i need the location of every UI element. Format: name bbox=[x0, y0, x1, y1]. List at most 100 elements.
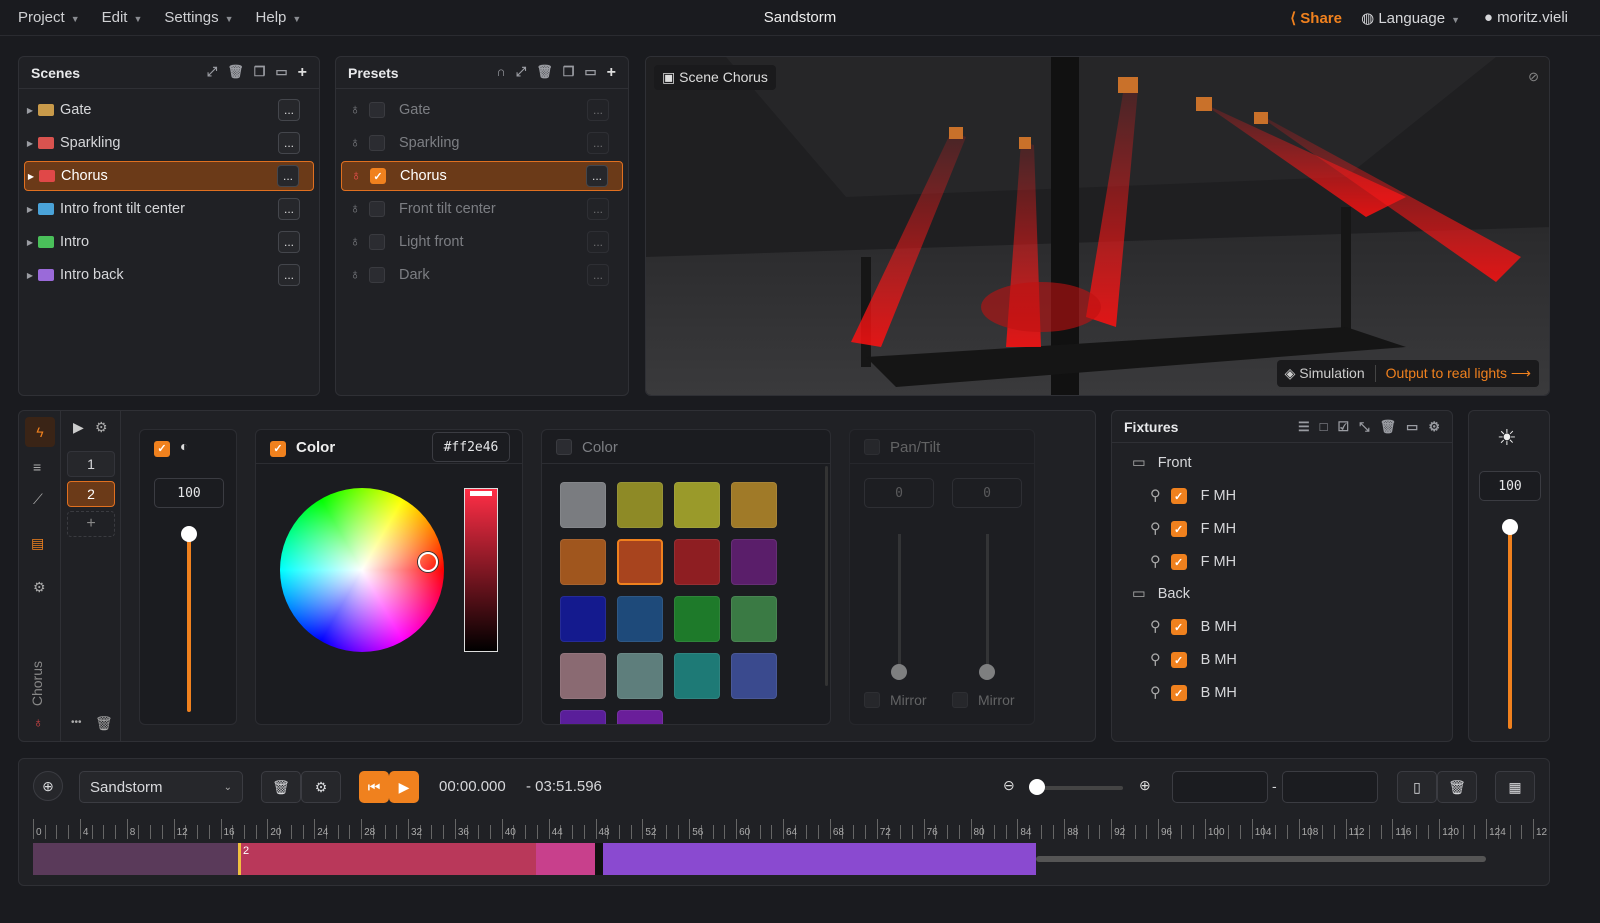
simulation-button[interactable]: ◈ Simulation bbox=[1285, 365, 1365, 382]
wand-icon[interactable]: ⟋ bbox=[33, 491, 43, 508]
fixture-item[interactable]: ⚲ ✓ B MH bbox=[1150, 678, 1237, 708]
step-button-selected[interactable]: 2 bbox=[67, 481, 115, 507]
dimmer-slider-track[interactable] bbox=[187, 534, 191, 712]
master-value-input[interactable]: 100 bbox=[1479, 471, 1541, 501]
fixture-group[interactable]: ▭ Back bbox=[1132, 579, 1190, 609]
delete-range-button[interactable]: 🗑 bbox=[1437, 771, 1477, 803]
timeline-icon[interactable]: ▤ bbox=[31, 535, 44, 552]
color-swatch[interactable] bbox=[617, 539, 663, 585]
scene-menu-button[interactable]: ... bbox=[278, 132, 300, 154]
region-chorus[interactable] bbox=[238, 843, 536, 875]
dimmer-value-input[interactable]: 100 bbox=[154, 478, 224, 508]
brightness-slider-handle[interactable] bbox=[470, 491, 492, 496]
fixture-checkbox[interactable]: ✓ bbox=[1170, 619, 1187, 635]
preset-menu-button[interactable]: ... bbox=[587, 132, 609, 154]
color-swatch[interactable] bbox=[617, 596, 663, 642]
color-wheel-handle[interactable] bbox=[418, 552, 438, 572]
add-timeline-button[interactable]: ⊕ bbox=[33, 771, 63, 801]
color-swatch[interactable] bbox=[674, 539, 720, 585]
add-step-button[interactable]: + bbox=[67, 511, 115, 537]
square-icon[interactable]: □ bbox=[1320, 419, 1328, 435]
folder-icon[interactable]: ▭ bbox=[275, 64, 287, 82]
fixture-checkbox[interactable]: ✓ bbox=[1170, 521, 1187, 537]
menu-project[interactable]: Project ▼ bbox=[18, 9, 80, 26]
scene-menu-button[interactable]: ... bbox=[278, 231, 300, 253]
play-button[interactable]: ▶ bbox=[389, 771, 419, 803]
scene-item[interactable]: ▶ Intro front tilt center... bbox=[24, 194, 314, 224]
fixture-item[interactable]: ⚲ ✓ F MH bbox=[1150, 481, 1236, 511]
link-icon[interactable]: ∩ bbox=[496, 64, 505, 82]
color-swatch[interactable] bbox=[560, 539, 606, 585]
gear-icon[interactable]: ⚙ bbox=[95, 419, 108, 436]
master-slider-handle[interactable] bbox=[1502, 519, 1518, 535]
add-icon[interactable]: + bbox=[298, 64, 307, 82]
scene-item[interactable]: ▶ Intro... bbox=[24, 227, 314, 257]
fixture-item[interactable]: ⚲ ✓ B MH bbox=[1150, 612, 1237, 642]
pan-slider-handle[interactable] bbox=[891, 664, 907, 680]
dimmer-checkbox[interactable]: ✓ bbox=[154, 440, 170, 457]
collapse-icon[interactable]: ⤡ bbox=[1359, 419, 1369, 435]
scene-menu-button[interactable]: ... bbox=[278, 99, 300, 121]
region-drop[interactable] bbox=[598, 843, 1036, 875]
folder-icon[interactable]: ▭ bbox=[584, 64, 596, 82]
color-swatch[interactable] bbox=[731, 482, 777, 528]
preset-checkbox[interactable] bbox=[369, 201, 385, 217]
expand-icon[interactable]: ⤢ bbox=[207, 64, 217, 82]
zoom-in-icon[interactable]: ⊕ bbox=[1139, 777, 1151, 794]
scene-menu-button[interactable]: ... bbox=[278, 198, 300, 220]
zoom-out-icon[interactable]: ⊖ bbox=[1003, 777, 1015, 794]
hide-preview-icon[interactable]: ⊘ bbox=[1528, 69, 1539, 85]
range-end-input[interactable] bbox=[1282, 771, 1378, 803]
expand-icon[interactable]: ⤢ bbox=[516, 64, 526, 82]
swatches-checkbox[interactable] bbox=[556, 439, 572, 455]
dimmer-slider-handle[interactable] bbox=[181, 526, 197, 542]
delete-song-button[interactable]: 🗑 bbox=[261, 771, 301, 803]
fixture-checkbox[interactable]: ✓ bbox=[1170, 488, 1187, 504]
scene-menu-button[interactable]: ... bbox=[278, 264, 300, 286]
color-swatch[interactable] bbox=[617, 710, 663, 724]
menu-edit[interactable]: Edit ▼ bbox=[102, 9, 143, 26]
brightness-slider[interactable] bbox=[464, 488, 498, 652]
color-wheel[interactable] bbox=[280, 488, 444, 652]
color-swatch[interactable] bbox=[560, 596, 606, 642]
range-start-input[interactable] bbox=[1172, 771, 1268, 803]
fixture-item[interactable]: ⚲ ✓ F MH bbox=[1150, 547, 1236, 577]
scrollbar[interactable] bbox=[825, 466, 828, 686]
tilt-slider-track[interactable] bbox=[986, 534, 989, 674]
preset-checkbox[interactable] bbox=[369, 234, 385, 250]
scene-item[interactable]: ▶ Gate... bbox=[24, 95, 314, 125]
trash-icon[interactable]: 🗑 bbox=[536, 64, 553, 82]
scene-menu-button[interactable]: ... bbox=[277, 165, 299, 187]
color-checkbox[interactable]: ✓ bbox=[270, 440, 286, 457]
step-button[interactable]: 1 bbox=[67, 451, 115, 477]
preset-checkbox[interactable] bbox=[369, 102, 385, 118]
preset-menu-button[interactable]: ... bbox=[586, 165, 608, 187]
folder-icon[interactable]: ▭ bbox=[1406, 419, 1418, 435]
color-swatch[interactable] bbox=[674, 596, 720, 642]
gear-icon[interactable]: ⚙ bbox=[33, 579, 46, 596]
rewind-button[interactable]: ⏮ bbox=[359, 771, 389, 803]
master-slider-track[interactable] bbox=[1508, 527, 1512, 729]
scene-item-selected[interactable]: ▶ Chorus... bbox=[24, 161, 314, 191]
fixture-group[interactable]: ▭ Front bbox=[1132, 448, 1192, 478]
color-hex-input[interactable]: #ff2e46 bbox=[432, 432, 510, 462]
trash-icon[interactable]: 🗑 bbox=[1380, 419, 1397, 435]
gear-icon[interactable]: ⚙ bbox=[1428, 419, 1440, 435]
check-square-icon[interactable]: ☑ bbox=[1337, 419, 1349, 435]
preset-checkbox[interactable] bbox=[369, 267, 385, 283]
pan-value-input[interactable]: 0 bbox=[864, 478, 934, 508]
color-swatch[interactable] bbox=[617, 653, 663, 699]
pan-slider-track[interactable] bbox=[898, 534, 901, 674]
scene-item[interactable]: ▶ Sparkling... bbox=[24, 128, 314, 158]
scene-preview[interactable]: ▣ Scene Chorus ⊘ ◈ Simulation Output to … bbox=[645, 56, 1550, 396]
preset-item[interactable]: ♁ Light front... bbox=[341, 227, 623, 257]
trash-icon[interactable]: 🗑 bbox=[95, 715, 113, 732]
preset-item[interactable]: ♁ Gate... bbox=[341, 95, 623, 125]
play-icon[interactable]: ▶ bbox=[73, 419, 84, 436]
preset-menu-button[interactable]: ... bbox=[587, 231, 609, 253]
sliders-icon[interactable]: ≡ bbox=[33, 459, 41, 475]
song-settings-button[interactable]: ⚙ bbox=[301, 771, 341, 803]
preset-item[interactable]: ♁ Dark... bbox=[341, 260, 623, 290]
region-bridge[interactable] bbox=[536, 843, 598, 875]
more-icon[interactable]: ••• bbox=[71, 717, 82, 728]
